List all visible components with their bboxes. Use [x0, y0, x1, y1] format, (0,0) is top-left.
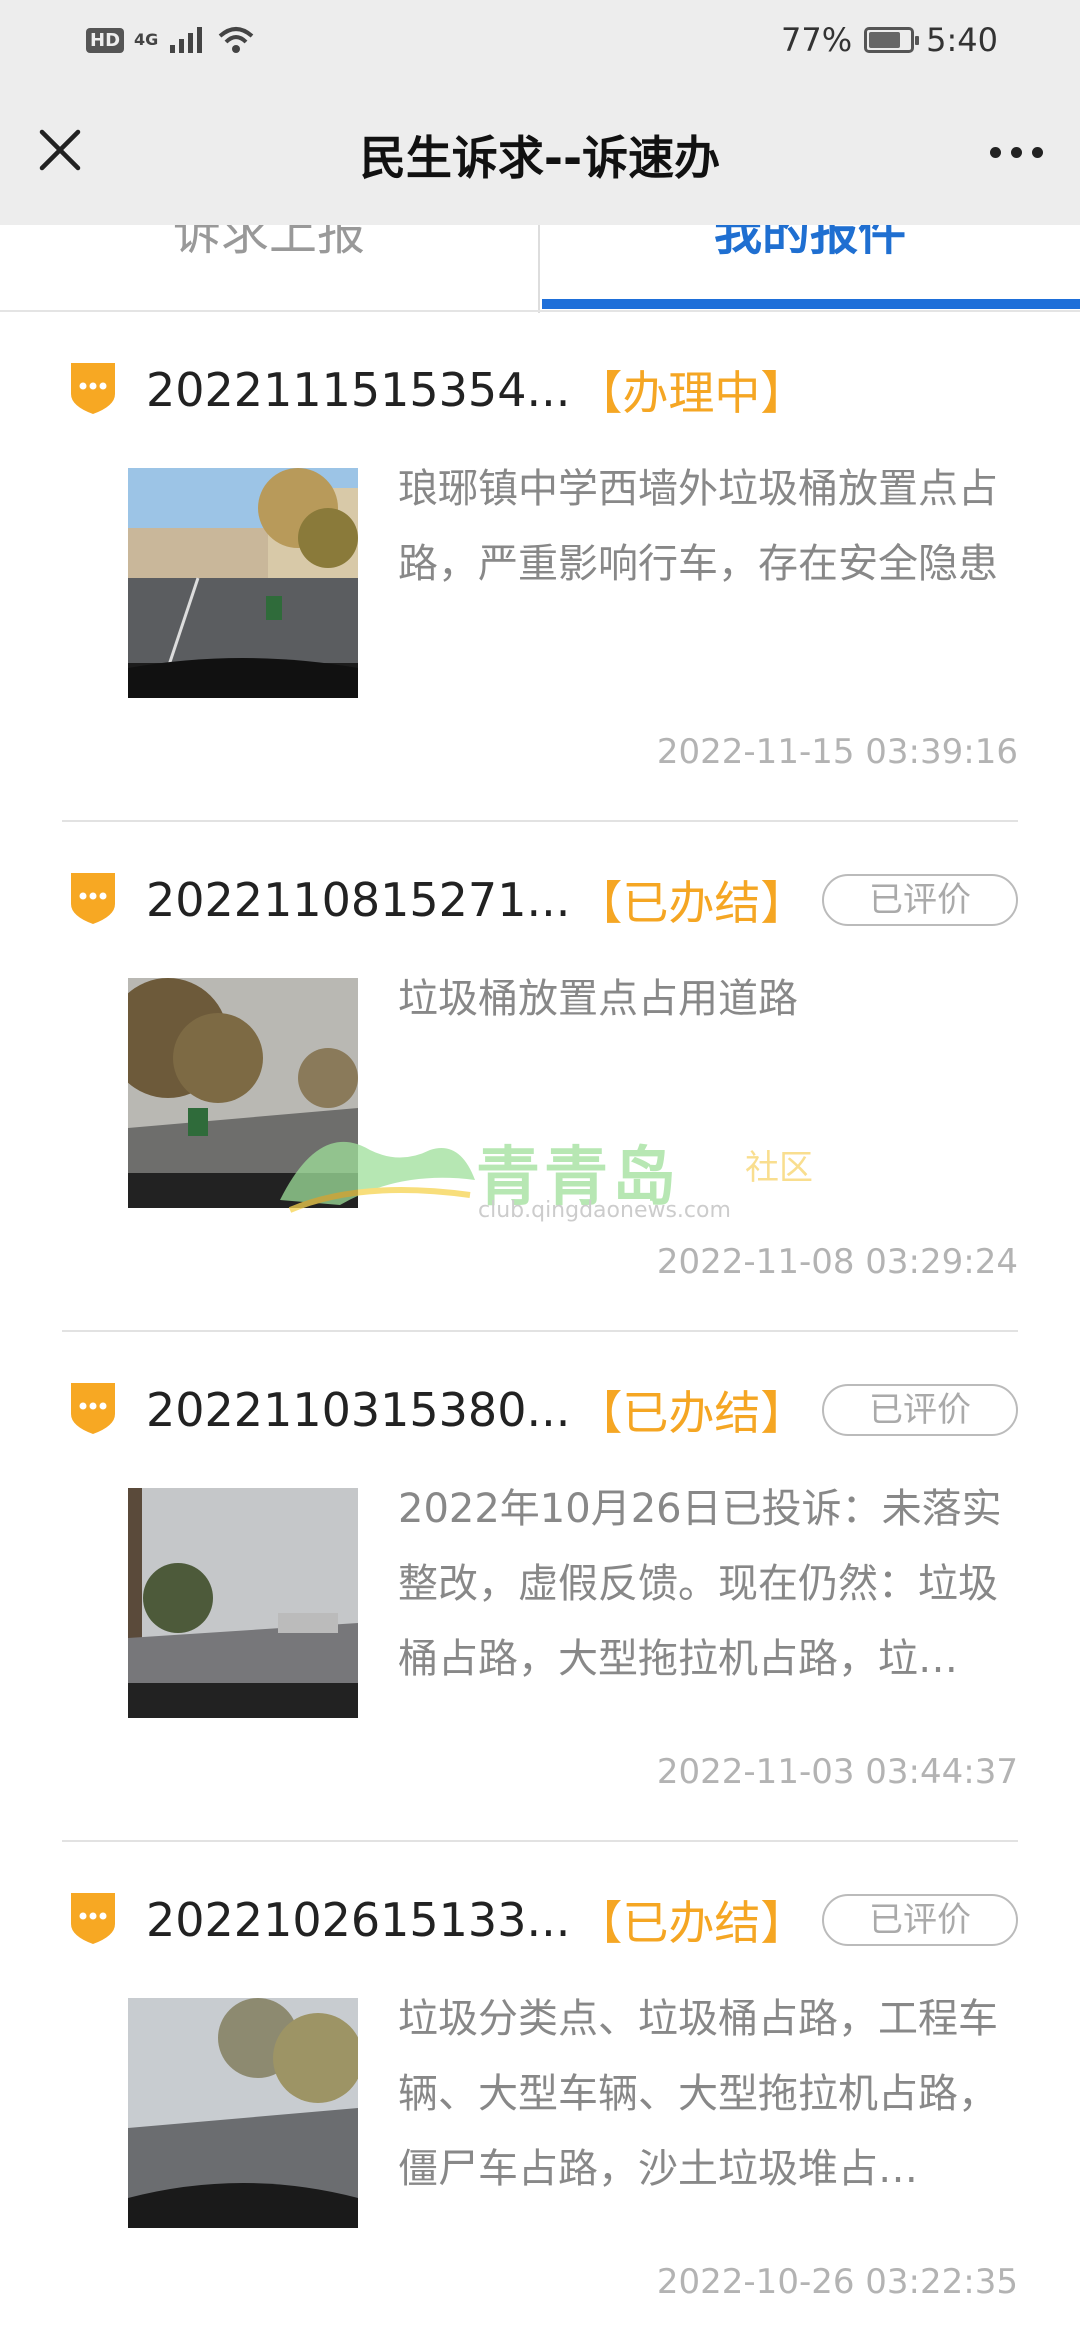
status-bar: HD 4G 77% 5:40	[0, 0, 1080, 80]
more-dot	[1010, 146, 1022, 158]
case-number: 2022110815271...	[146, 873, 571, 927]
watermark-mountain-icon	[280, 1141, 475, 1213]
case-card[interactable]: 2022110315380... 【已办结】 已评价 2022年10月26日已投…	[0, 1332, 1080, 1842]
case-status: 【办理中】	[576, 366, 807, 420]
more-icon[interactable]	[980, 124, 1052, 180]
case-time: 2022-11-08 03:29:24	[656, 1242, 1018, 1282]
case-list: 2022111515354... 【办理中】 琅琊镇中学西墙外垃圾桶放置点占路，…	[0, 312, 1080, 2352]
tab-report[interactable]: 诉求上报	[0, 225, 540, 313]
case-description: 2022年10月26日已投诉：未落实整改，虚假反馈。现在仍然：垃圾桶占路，大型拖…	[398, 1486, 1002, 1682]
case-time: 2022-11-15 03:39:16	[656, 732, 1018, 772]
shield-icon	[71, 1383, 115, 1434]
watermark-url: club.qingdaonews.com	[478, 1198, 731, 1223]
case-description: 垃圾分类点、垃圾桶占路，工程车辆、大型车辆、大型拖拉机占路，僵尸车占路，沙土垃圾…	[398, 1996, 998, 2192]
case-photo[interactable]	[128, 1998, 358, 2228]
case-card[interactable]: 2022102615133... 【已办结】 已评价 垃圾分类点、垃圾桶占路，工…	[0, 1842, 1080, 2352]
tab-my-cases-label: 我的报件	[713, 225, 906, 261]
hd-badge: HD	[86, 27, 125, 53]
watermark-logo: 青青岛 社区 club.qingdaonews.com	[280, 1110, 860, 1240]
more-dot	[989, 146, 1001, 158]
more-dot	[1031, 146, 1043, 158]
tab-active-indicator	[542, 299, 1080, 309]
shield-icon	[71, 873, 115, 924]
case-status: 【已办结】	[576, 876, 807, 930]
case-status: 【已办结】	[576, 1386, 807, 1440]
shield-icon	[71, 363, 115, 414]
case-photo[interactable]	[128, 1488, 358, 1718]
case-number: 2022111515354...	[146, 363, 571, 417]
signal-icon	[170, 27, 203, 53]
status-bar-left: HD 4G	[86, 24, 256, 56]
battery-fill	[869, 32, 900, 48]
watermark-sub: 社区	[745, 1148, 813, 1188]
page-title: 民生诉求--诉速办	[359, 131, 721, 185]
title-bar: 民生诉求--诉速办	[0, 80, 1080, 225]
tab-report-label: 诉求上报	[172, 225, 365, 261]
shield-icon	[71, 1893, 115, 1944]
battery-icon	[864, 27, 920, 53]
battery-percent: 77%	[781, 21, 853, 59]
case-photo[interactable]	[128, 468, 358, 698]
evaluated-badge[interactable]: 已评价	[822, 1384, 1018, 1436]
case-header: 2022111515354... 【办理中】	[146, 360, 806, 420]
case-number: 2022110315380...	[146, 1383, 571, 1437]
case-description: 琅琊镇中学西墙外垃圾桶放置点占路，严重影响行车，存在安全隐患	[398, 466, 998, 587]
case-time: 2022-10-26 03:22:35	[656, 2262, 1018, 2302]
case-header: 2022110815271... 【已办结】	[146, 870, 806, 930]
case-time: 2022-11-03 03:44:37	[656, 1752, 1018, 1792]
case-header: 2022110315380... 【已办结】	[146, 1380, 806, 1440]
wifi-icon	[218, 27, 254, 53]
status-bar-right: 77% 5:40	[781, 21, 998, 59]
case-number: 2022102615133...	[146, 1893, 571, 1947]
network-type: 4G	[134, 30, 159, 49]
evaluated-badge[interactable]: 已评价	[822, 874, 1018, 926]
clock: 5:40	[926, 21, 998, 59]
case-header: 2022102615133... 【已办结】	[146, 1890, 806, 1950]
case-card[interactable]: 2022111515354... 【办理中】 琅琊镇中学西墙外垃圾桶放置点占路，…	[0, 312, 1080, 822]
case-status: 【已办结】	[576, 1896, 807, 1950]
evaluated-badge[interactable]: 已评价	[822, 1894, 1018, 1946]
tab-bar: 诉求上报 我的报件	[0, 225, 1080, 313]
case-card[interactable]: 2022110815271... 【已办结】 已评价 垃圾桶放置点占用道路 20…	[0, 822, 1080, 1332]
